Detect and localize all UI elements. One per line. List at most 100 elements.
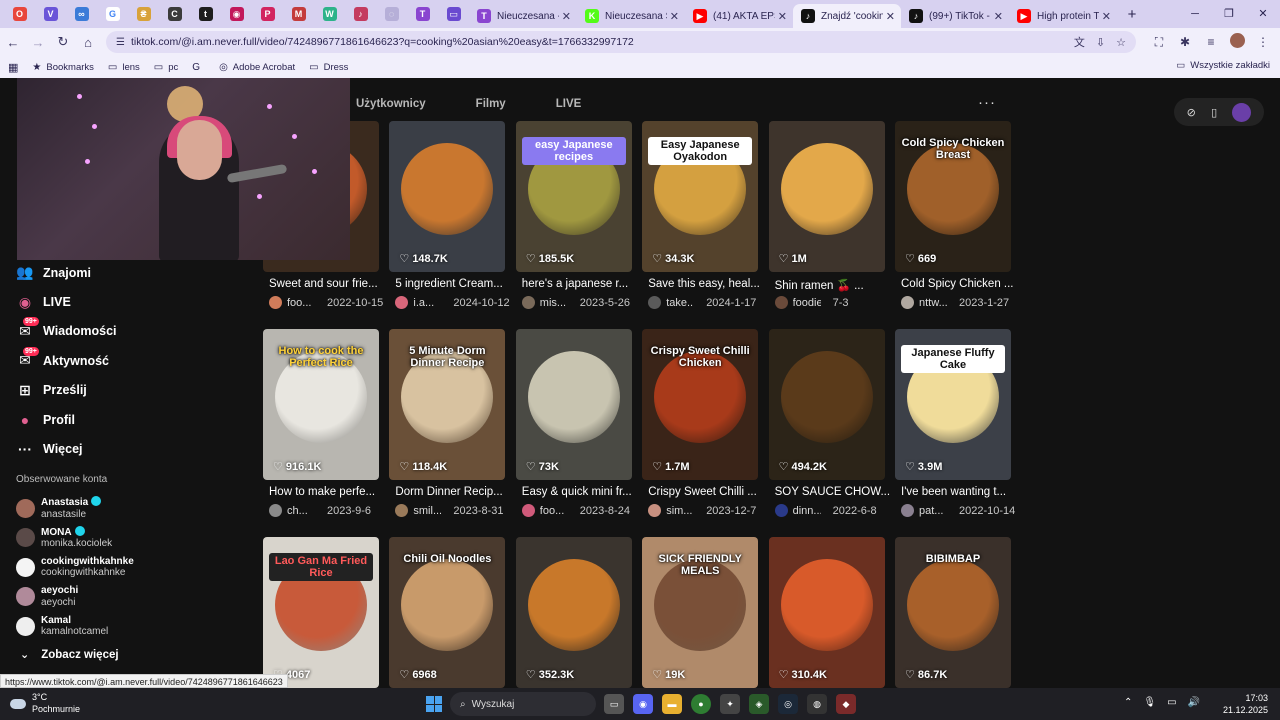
- video-thumbnail[interactable]: Crispy Sweet Chilli Chicken ♡ 1.7M: [642, 329, 759, 480]
- video-title[interactable]: Crispy Sweet Chilli ...: [648, 486, 768, 498]
- bookmark-item[interactable]: ▭ Dress: [309, 62, 348, 73]
- discord-icon[interactable]: ◉: [633, 694, 653, 714]
- microphone-icon[interactable]: 🎙: [1143, 697, 1156, 708]
- volume-icon[interactable]: 🔊: [1188, 697, 1200, 708]
- screenshot-icon[interactable]: ⛶: [1146, 35, 1172, 50]
- forward-button[interactable]: →: [26, 30, 50, 54]
- creator-avatar[interactable]: [648, 504, 662, 517]
- home-button[interactable]: ⌂: [76, 30, 100, 54]
- video-title[interactable]: I've been wanting t...: [901, 486, 1021, 498]
- video-thumbnail[interactable]: BIBIMBAP ♡ 86.7K: [895, 537, 1011, 688]
- steam-icon[interactable]: ◎: [778, 694, 798, 714]
- creator-name[interactable]: smil...: [413, 505, 441, 517]
- browser-tab[interactable]: ▶ (41) AKTA EPSTEI✕: [685, 4, 793, 28]
- pinned-tab[interactable]: W: [314, 0, 345, 28]
- more-options-icon[interactable]: ···: [978, 94, 996, 111]
- creator-avatar[interactable]: [901, 296, 914, 309]
- video-thumbnail[interactable]: Cold Spicy Chicken Breast ♡ 669: [895, 121, 1011, 272]
- creator-avatar[interactable]: [648, 296, 662, 309]
- start-button[interactable]: [426, 696, 442, 712]
- close-tab-icon[interactable]: ✕: [994, 10, 1003, 23]
- coins-icon[interactable]: ⊘: [1187, 106, 1196, 119]
- creator-name[interactable]: pat...: [919, 505, 947, 517]
- profile-avatar[interactable]: [1224, 33, 1250, 51]
- url-text[interactable]: tiktok.com/@i.am.never.full/video/742489…: [131, 36, 1063, 48]
- close-tab-icon[interactable]: ✕: [886, 10, 895, 23]
- extensions-icon[interactable]: ✱: [1172, 35, 1198, 49]
- install-app-icon[interactable]: ⇩: [1096, 36, 1105, 49]
- pinned-tab[interactable]: t: [190, 0, 221, 28]
- sidebar-item[interactable]: ◉ LIVE: [0, 287, 160, 316]
- creator-avatar[interactable]: [395, 296, 409, 309]
- video-thumbnail[interactable]: ♡ 352.3K: [515, 537, 632, 688]
- video-title[interactable]: Cold Spicy Chicken ...: [901, 278, 1021, 290]
- browser-menu-icon[interactable]: ⋮: [1250, 35, 1276, 49]
- clock[interactable]: 17:03 21.12.2025: [1223, 692, 1268, 716]
- creator-name[interactable]: i.a...: [413, 297, 441, 309]
- creator-name[interactable]: take...: [666, 297, 694, 309]
- browser-tab[interactable]: K Nieuczesana Stre✕: [577, 4, 685, 28]
- task-view-icon[interactable]: ▭: [604, 694, 624, 714]
- address-bar[interactable]: ☰ tiktok.com/@i.am.never.full/video/7424…: [106, 31, 1136, 53]
- followed-account[interactable]: MONA monika.kociolek: [0, 523, 160, 553]
- close-tab-icon[interactable]: ✕: [670, 10, 679, 23]
- video-thumbnail[interactable]: SICK FRIENDLY MEALS ♡ 19K: [642, 537, 759, 688]
- browser-tab[interactable]: ▶ High protein Tom✕: [1009, 4, 1117, 28]
- video-thumbnail[interactable]: ♡ 1M: [768, 121, 885, 272]
- creator-avatar[interactable]: [269, 296, 282, 309]
- browser-tab[interactable]: ♪ (99+) TikTok - Ma✕: [901, 4, 1009, 28]
- see-more-button[interactable]: ⌄ Zobacz więcej: [0, 641, 160, 668]
- translate-icon[interactable]: 文: [1074, 34, 1085, 50]
- weather-widget[interactable]: 3°C Pochmurnie: [10, 692, 80, 715]
- reload-button[interactable]: ↻: [51, 30, 75, 54]
- tab-filmy[interactable]: Filmy: [476, 98, 506, 110]
- bookmark-item[interactable]: ▭ lens: [108, 62, 140, 73]
- pinned-tab[interactable]: ♪: [345, 0, 376, 28]
- obs-icon[interactable]: ◍: [807, 694, 827, 714]
- minimize-button[interactable]: ─: [1178, 0, 1212, 28]
- pinned-tab[interactable]: ∞: [66, 0, 97, 28]
- site-info-icon[interactable]: ☰: [116, 37, 125, 48]
- video-title[interactable]: here's a japanese r...: [522, 278, 642, 290]
- pinned-tab[interactable]: O: [4, 0, 35, 28]
- pinned-tab[interactable]: V: [35, 0, 66, 28]
- video-thumbnail[interactable]: ♡ 494.2K: [768, 329, 885, 480]
- video-thumbnail[interactable]: Easy Japanese Oyakodon ♡ 34.3K: [642, 121, 759, 272]
- pinned-tab[interactable]: ◉: [221, 0, 252, 28]
- video-thumbnail[interactable]: How to cook the Perfect Rice ♡ 916.1K: [263, 329, 379, 480]
- device-icon[interactable]: ▯: [1211, 106, 1217, 119]
- bookmark-star-icon[interactable]: ☆: [1116, 36, 1126, 49]
- video-title[interactable]: Easy & quick mini fr...: [522, 486, 642, 498]
- display-icon[interactable]: ▭: [1167, 697, 1176, 708]
- video-title[interactable]: 5 ingredient Cream...: [395, 278, 515, 290]
- close-tab-icon[interactable]: ✕: [562, 10, 571, 23]
- bookmark-item[interactable]: ★ Bookmarks: [32, 62, 93, 73]
- tab-live[interactable]: LIVE: [556, 98, 582, 110]
- creator-avatar[interactable]: [901, 504, 914, 517]
- video-thumbnail[interactable]: Chili Oil Noodles ♡ 6968: [389, 537, 506, 688]
- browser-tab[interactable]: T Nieuczesana - Tw✕: [469, 4, 577, 28]
- close-tab-icon[interactable]: ✕: [1102, 10, 1111, 23]
- creator-name[interactable]: dinn...: [793, 505, 821, 517]
- video-thumbnail[interactable]: Lao Gan Ma Fried Rice♡ 4067: [263, 537, 379, 688]
- taskbar-search[interactable]: ⌕ Wyszukaj: [450, 692, 596, 716]
- pinned-tab[interactable]: ▭: [438, 0, 469, 28]
- creator-avatar[interactable]: [521, 504, 535, 517]
- app-icon[interactable]: ◆: [836, 694, 856, 714]
- creator-avatar[interactable]: [395, 504, 409, 517]
- pinned-tab[interactable]: ₴: [128, 0, 159, 28]
- pinned-tab[interactable]: T: [407, 0, 438, 28]
- sidebar-item[interactable]: ··· Więcej: [0, 434, 160, 463]
- followed-account[interactable]: cookingwithkahnke cookingwithkahnke: [0, 553, 160, 583]
- close-tab-icon[interactable]: ✕: [778, 10, 787, 23]
- creator-avatar[interactable]: [521, 296, 535, 309]
- bookmark-item[interactable]: ◎ Adobe Acrobat: [219, 62, 295, 73]
- app-icon[interactable]: ◈: [749, 694, 769, 714]
- creator-name[interactable]: nttw...: [919, 297, 947, 309]
- creator-avatar[interactable]: [269, 504, 282, 517]
- creator-avatar[interactable]: [774, 296, 788, 309]
- sidebar-item[interactable]: ✉ 99+ Wiadomości: [0, 317, 160, 346]
- chevron-up-icon[interactable]: ⌃: [1124, 697, 1132, 708]
- new-tab-button[interactable]: +: [1117, 6, 1147, 23]
- pinned-tab[interactable]: M: [283, 0, 314, 28]
